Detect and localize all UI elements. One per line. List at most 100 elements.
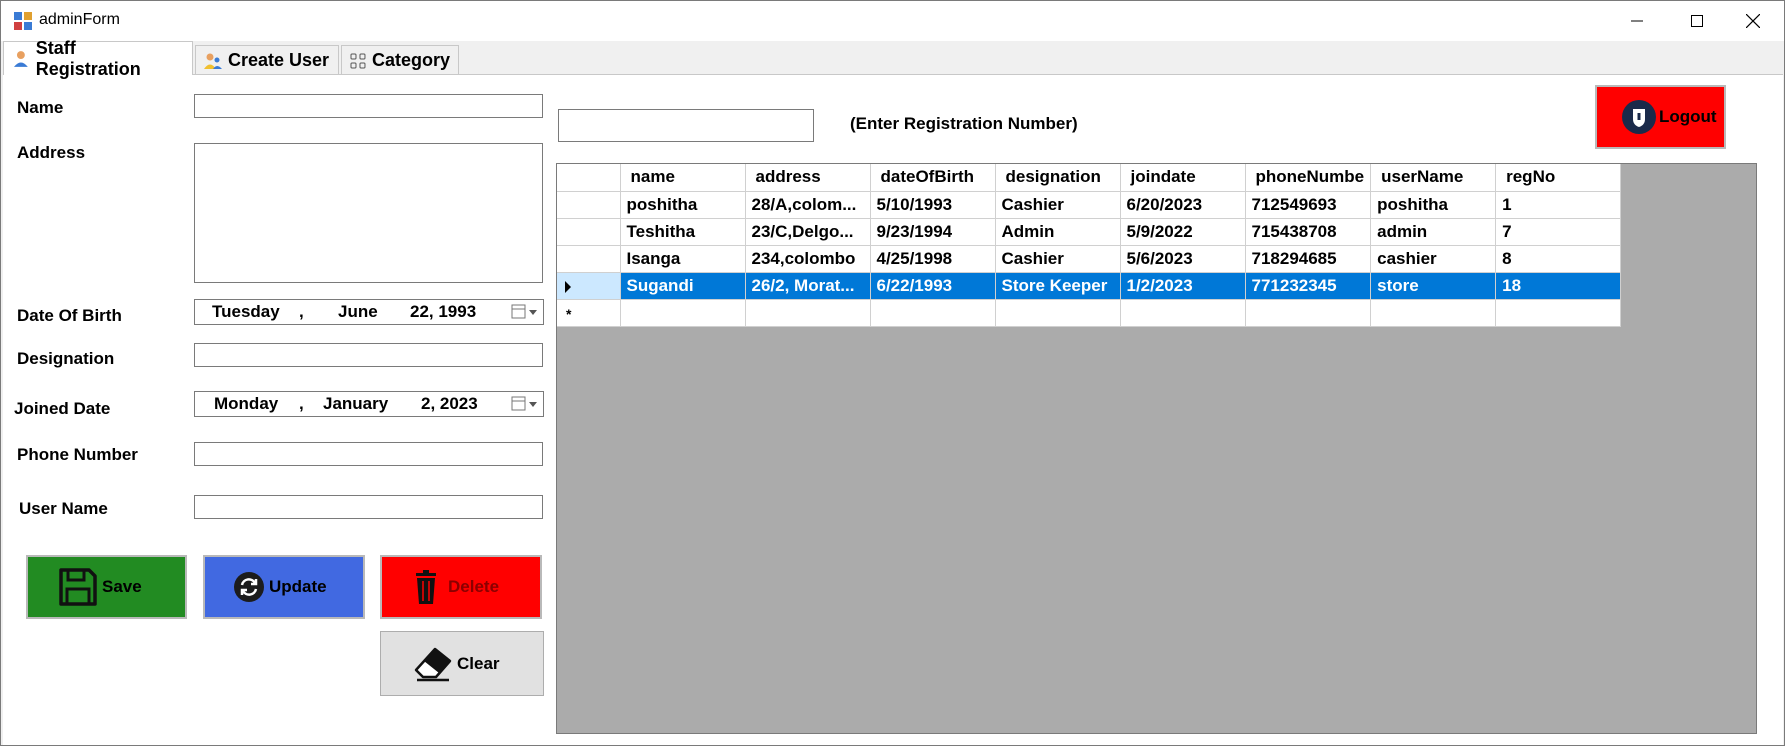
cell-phone-number[interactable]: 712549693 [1245,191,1372,219]
logout-label: Logout [1659,107,1717,126]
cell-address[interactable]: 26/2, Morat... [745,272,871,300]
tab-label: Staff Registration [35,37,141,79]
new-cell[interactable] [870,299,996,327]
cell-phone-number[interactable]: 718294685 [1245,245,1372,273]
phone-number-input[interactable] [194,442,543,466]
cell-address[interactable]: 28/A,colom... [745,191,871,219]
maximize-button[interactable] [1667,1,1727,41]
cell-name[interactable]: Teshitha [620,218,746,246]
cell-date-of-birth[interactable]: 5/10/1993 [870,191,996,219]
cell-name[interactable]: Sugandi [620,272,746,300]
cell-phone-number[interactable]: 771232345 [1245,272,1372,300]
cell-reg-no[interactable]: 8 [1495,245,1622,273]
new-cell[interactable] [1370,299,1497,327]
cell-address[interactable]: 23/C,Delgo... [745,218,871,246]
row-header[interactable]: * [557,299,621,327]
clear-button[interactable]: Clear [380,631,544,696]
cell-joindate[interactable]: 5/6/2023 [1120,245,1246,273]
staff-data-grid[interactable]: name address dateOfBirth designation joi… [556,163,1757,734]
row-header[interactable] [557,218,621,246]
eraser-icon [414,647,452,681]
cell-date-of-birth[interactable]: 4/25/1998 [870,245,996,273]
cell-reg-no[interactable]: 18 [1495,272,1622,300]
close-button[interactable] [1723,1,1783,41]
row-header[interactable] [557,191,621,219]
column-header[interactable]: name [620,164,746,192]
new-cell[interactable] [1495,299,1622,327]
minimize-icon [1631,20,1643,22]
save-button[interactable]: Save [26,555,187,619]
cell-joindate[interactable]: 1/2/2023 [1120,272,1246,300]
cell-phone-number[interactable]: 715438708 [1245,218,1372,246]
table-row[interactable]: poshitha 28/A,colom... 5/10/1993 Cashier… [557,191,1622,219]
cell-date-of-birth[interactable]: 9/23/1994 [870,218,996,246]
table-row[interactable]: Isanga 234,colombo 4/25/1998 Cashier 5/6… [557,245,1622,273]
column-header[interactable]: userName [1370,164,1497,192]
cell-reg-no[interactable]: 7 [1495,218,1622,246]
user-name-input[interactable] [194,495,543,519]
row-header[interactable] [557,272,621,300]
registration-number-input[interactable] [558,109,814,142]
column-header[interactable]: phoneNumbe [1245,164,1372,192]
joined-date-label: Joined Date [14,399,111,418]
column-header[interactable]: dateOfBirth [870,164,996,192]
cell-name[interactable]: poshitha [620,191,746,219]
column-header[interactable]: designation [995,164,1121,192]
cell-user-name[interactable]: poshitha [1370,191,1497,219]
person-icon [13,50,28,67]
column-header[interactable]: address [745,164,871,192]
address-label: Address [17,143,86,162]
header-row: name address dateOfBirth designation joi… [557,164,1622,192]
address-input[interactable] [194,143,543,283]
column-header[interactable]: regNo [1495,164,1622,192]
cell-name[interactable]: Isanga [620,245,746,273]
table-row[interactable]: Teshitha 23/C,Delgo... 9/23/1994 Admin 5… [557,218,1622,246]
joined-month: January [323,394,389,413]
name-input[interactable] [194,94,543,118]
cell-reg-no[interactable]: 1 [1495,191,1622,219]
new-cell[interactable] [995,299,1121,327]
dob-day: Tuesday [212,302,280,321]
joined-date-picker[interactable]: Monday , January 2, 2023 [194,391,544,417]
cell-designation[interactable]: Admin [995,218,1121,246]
current-row-arrow-icon [565,280,571,293]
tab-staff-registration[interactable]: Staff Registration [3,38,193,79]
designation-input[interactable] [194,343,543,367]
tab-category[interactable]: Category [341,45,459,75]
cell-designation[interactable]: Cashier [995,245,1121,273]
row-header-corner [557,164,621,192]
user-name-label: User Name [19,499,108,518]
cell-user-name[interactable]: store [1370,272,1497,300]
name-label: Name [17,98,64,117]
cell-user-name[interactable]: admin [1370,218,1497,246]
table-row-selected[interactable]: Sugandi 26/2, Morat... 6/22/1993 Store K… [557,272,1622,300]
new-row-star-icon: * [566,305,572,322]
new-cell[interactable] [620,299,746,327]
cell-joindate[interactable]: 5/9/2022 [1120,218,1246,246]
cell-address[interactable]: 234,colombo [745,245,871,273]
cell-user-name[interactable]: cashier [1370,245,1497,273]
tab-create-user[interactable]: Create User [195,45,339,75]
close-icon [1746,14,1760,28]
update-button[interactable]: Update [203,555,365,619]
cell-designation[interactable]: Store Keeper [995,272,1121,300]
joined-day: Monday [214,394,279,413]
new-cell[interactable] [745,299,871,327]
dob-picker[interactable]: Tuesday , June 22, 1993 [194,299,544,325]
joined-date: 2, 2023 [421,394,478,413]
cell-designation[interactable]: Cashier [995,191,1121,219]
calendar-dropdown-icon[interactable] [511,303,539,321]
cell-joindate[interactable]: 6/20/2023 [1120,191,1246,219]
delete-button[interactable]: Delete [380,555,542,619]
new-row[interactable]: * [557,299,1622,327]
new-cell[interactable] [1120,299,1246,327]
minimize-button[interactable] [1607,1,1667,41]
admin-form-window: adminForm Staff Registration Create User… [0,0,1785,746]
logout-button[interactable]: Logout [1595,85,1726,149]
new-cell[interactable] [1245,299,1372,327]
calendar-dropdown-icon[interactable] [511,395,539,413]
cell-date-of-birth[interactable]: 6/22/1993 [870,272,996,300]
column-header[interactable]: joindate [1120,164,1246,192]
category-icon [350,53,366,68]
row-header[interactable] [557,245,621,273]
